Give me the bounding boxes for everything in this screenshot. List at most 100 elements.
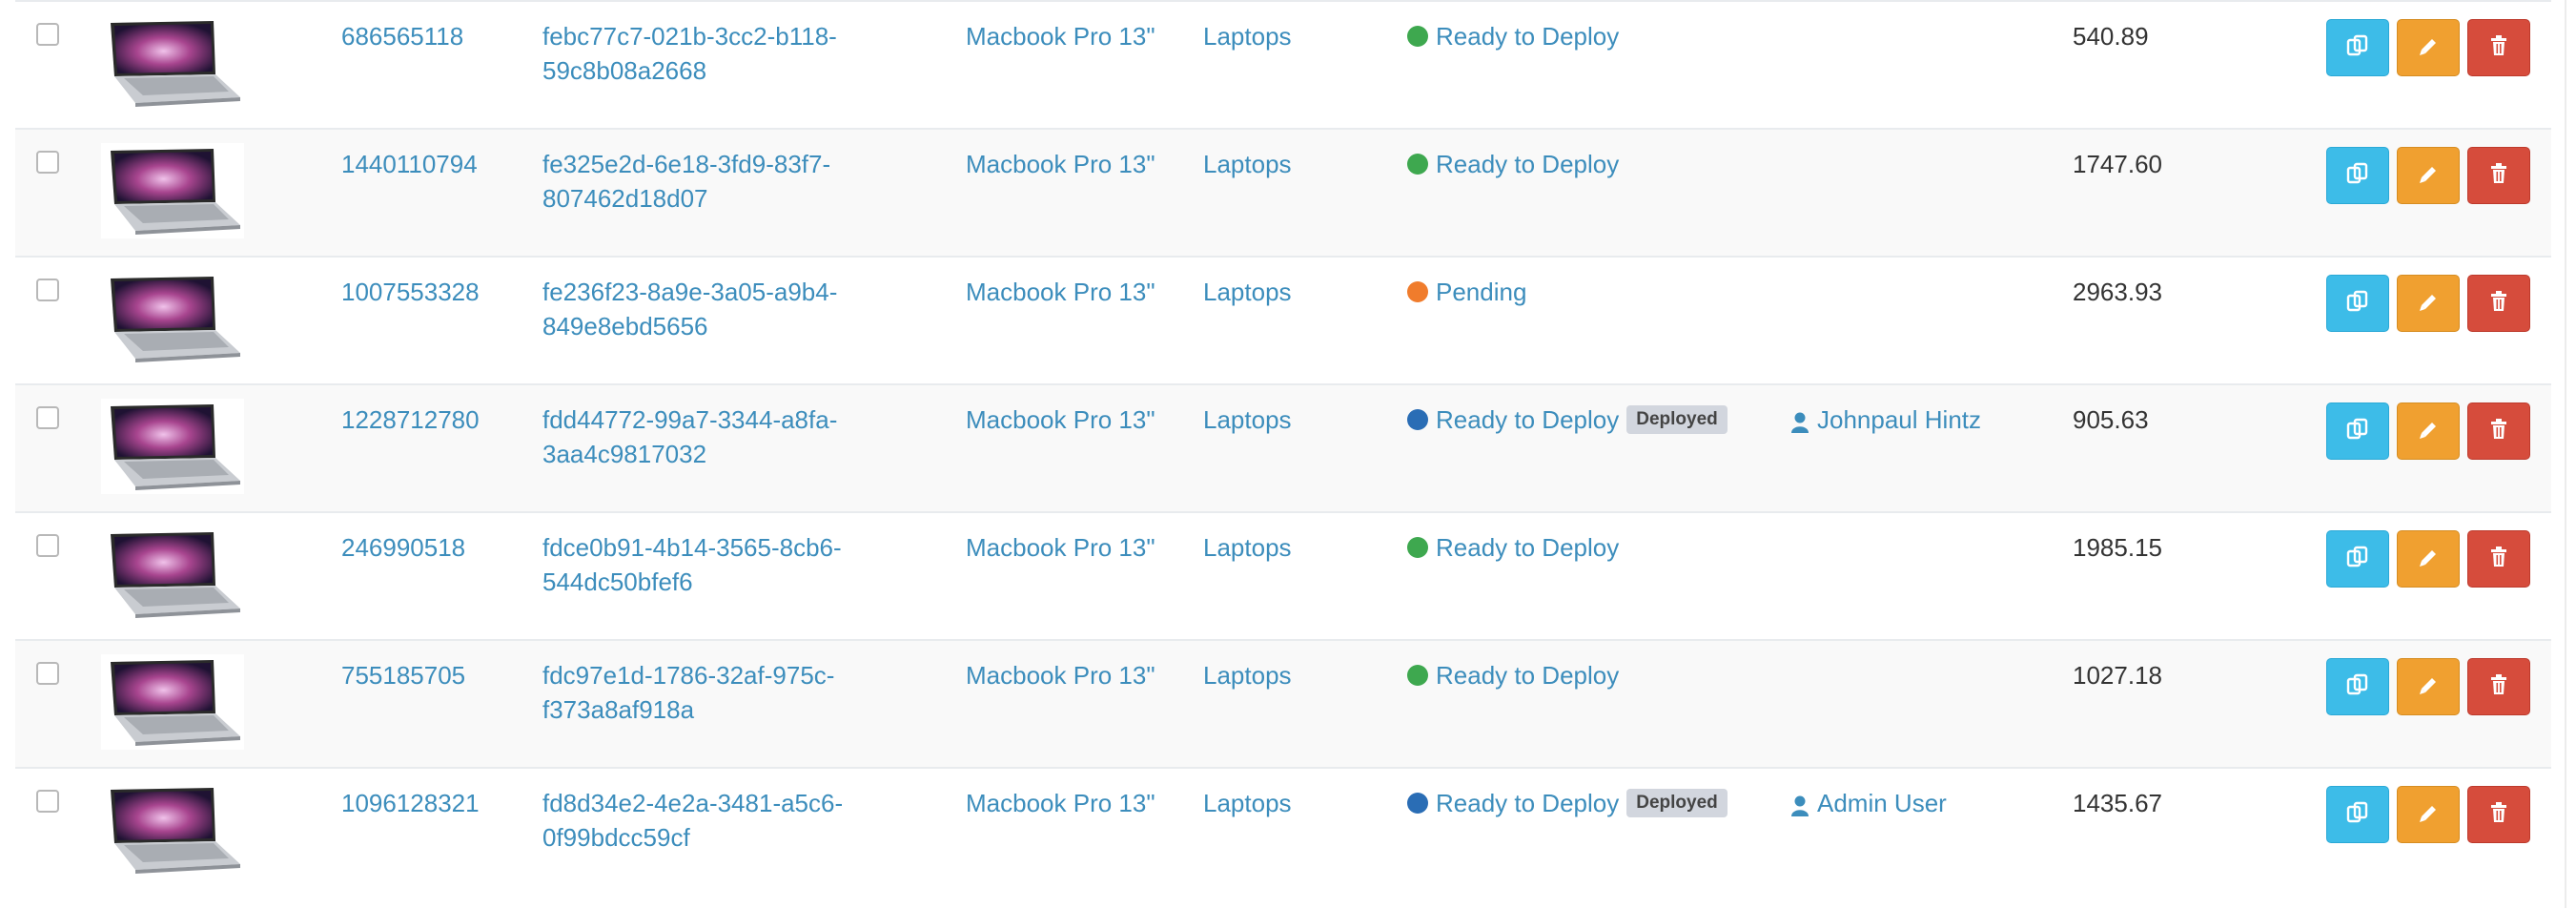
serial-link[interactable]: fe325e2d-6e18-3fd9-83f7- 807462d18d07 <box>542 147 924 216</box>
delete-button[interactable] <box>2467 147 2530 204</box>
category-link[interactable]: Laptops <box>1203 530 1292 565</box>
category-link[interactable]: Laptops <box>1203 275 1292 309</box>
model-link[interactable]: Macbook Pro 13" <box>966 530 1155 565</box>
delete-button[interactable] <box>2467 275 2530 332</box>
delete-button[interactable] <box>2467 786 2530 843</box>
delete-button[interactable] <box>2467 530 2530 588</box>
asset-tag-link[interactable]: 1228712780 <box>341 402 480 437</box>
status-cell: Ready to Deploy <box>1407 658 1619 692</box>
edit-button[interactable] <box>2397 402 2460 460</box>
serial-link[interactable]: fdc97e1d-1786-32af-975c-f373a8af918a <box>542 658 924 727</box>
table-row: 246990518 fdce0b91-4b14-3565-8cb6- 544dc50… <box>15 511 2551 639</box>
serial-line-1: fdd44772-99a7-3344-a8fa- <box>542 405 838 434</box>
status-link[interactable]: Ready to Deploy <box>1436 147 1619 181</box>
delete-button[interactable] <box>2467 19 2530 76</box>
category-link[interactable]: Laptops <box>1203 658 1292 692</box>
asset-thumbnail[interactable] <box>101 654 244 750</box>
assigned-user-link[interactable]: Johnpaul Hintz <box>1817 402 1981 437</box>
edit-button[interactable] <box>2397 275 2460 332</box>
clone-button[interactable] <box>2326 275 2389 332</box>
status-link[interactable]: Ready to Deploy <box>1436 786 1619 820</box>
table-row: 1007553328 fe236f23-8a9e-3a05-a9b4- 849e8e… <box>15 256 2551 383</box>
asset-tag-link[interactable]: 246990518 <box>341 530 465 565</box>
clone-button[interactable] <box>2326 658 2389 715</box>
asset-tag-link[interactable]: 755185705 <box>341 658 465 692</box>
table-row: 755185705 fdc97e1d-1786-32af-975c-f373a8a… <box>15 639 2551 767</box>
row-checkbox[interactable] <box>36 662 59 685</box>
model-link[interactable]: Macbook Pro 13" <box>966 19 1155 53</box>
pencil-icon <box>2417 290 2440 318</box>
status-dot-icon <box>1407 281 1428 302</box>
purchase-cost: 540.89 <box>2073 22 2149 51</box>
asset-tag-link[interactable]: 1096128321 <box>341 786 480 820</box>
category-link[interactable]: Laptops <box>1203 402 1292 437</box>
serial-line-2: 59c8b08a2668 <box>542 56 707 85</box>
serial-line-2: 807462d18d07 <box>542 184 708 213</box>
category-link[interactable]: Laptops <box>1203 147 1292 181</box>
asset-thumbnail[interactable] <box>101 782 244 877</box>
model-link[interactable]: Macbook Pro 13" <box>966 275 1155 309</box>
status-link[interactable]: Ready to Deploy <box>1436 19 1619 53</box>
status-link[interactable]: Pending <box>1436 275 1526 309</box>
row-checkbox[interactable] <box>36 790 59 813</box>
purchase-cost: 2963.93 <box>2073 278 2162 306</box>
status-link[interactable]: Ready to Deploy <box>1436 402 1619 437</box>
status-link[interactable]: Ready to Deploy <box>1436 530 1619 565</box>
serial-link[interactable]: fdd44772-99a7-3344-a8fa- 3aa4c9817032 <box>542 402 924 471</box>
serial-link[interactable]: fd8d34e2-4e2a-3481-a5c6- 0f99bdcc59cf <box>542 786 924 855</box>
clone-icon <box>2345 545 2370 574</box>
assigned-user[interactable]: Johnpaul Hintz <box>1790 402 1981 437</box>
status-dot-icon <box>1407 537 1428 558</box>
row-checkbox[interactable] <box>36 151 59 174</box>
delete-button[interactable] <box>2467 402 2530 460</box>
model-link[interactable]: Macbook Pro 13" <box>966 402 1155 437</box>
edit-button[interactable] <box>2397 658 2460 715</box>
serial-line-1: fe325e2d-6e18-3fd9-83f7- <box>542 150 831 178</box>
row-checkbox[interactable] <box>36 534 59 557</box>
asset-thumbnail[interactable] <box>101 143 244 238</box>
row-checkbox[interactable] <box>36 406 59 429</box>
edit-button[interactable] <box>2397 786 2460 843</box>
serial-line-2: f373a8af918a <box>542 695 695 724</box>
clone-button[interactable] <box>2326 402 2389 460</box>
row-checkbox[interactable] <box>36 279 59 301</box>
trash-icon <box>2488 673 2509 701</box>
status-dot-icon <box>1407 154 1428 175</box>
edit-button[interactable] <box>2397 147 2460 204</box>
scrollbar[interactable] <box>2565 0 2576 908</box>
status-link[interactable]: Ready to Deploy <box>1436 658 1619 692</box>
clone-icon <box>2345 161 2370 191</box>
serial-line-1: fe236f23-8a9e-3a05-a9b4- <box>542 278 838 306</box>
asset-thumbnail[interactable] <box>101 271 244 366</box>
model-link[interactable]: Macbook Pro 13" <box>966 786 1155 820</box>
asset-tag-link[interactable]: 686565118 <box>341 19 463 53</box>
asset-thumbnail[interactable] <box>101 15 244 111</box>
assigned-user[interactable]: Admin User <box>1790 786 1947 820</box>
clone-button[interactable] <box>2326 19 2389 76</box>
serial-link[interactable]: fdce0b91-4b14-3565-8cb6- 544dc50bfef6 <box>542 530 924 599</box>
serial-link[interactable]: fe236f23-8a9e-3a05-a9b4- 849e8ebd5656 <box>542 275 924 343</box>
asset-thumbnail[interactable] <box>101 526 244 622</box>
asset-tag-link[interactable]: 1440110794 <box>341 147 478 181</box>
category-link[interactable]: Laptops <box>1203 786 1292 820</box>
edit-button[interactable] <box>2397 530 2460 588</box>
status-cell: Ready to Deploy Deployed <box>1407 786 1728 820</box>
status-dot-icon <box>1407 26 1428 47</box>
asset-tag-link[interactable]: 1007553328 <box>341 275 480 309</box>
clone-button[interactable] <box>2326 147 2389 204</box>
edit-button[interactable] <box>2397 19 2460 76</box>
row-checkbox[interactable] <box>36 23 59 46</box>
user-icon <box>1790 792 1809 816</box>
status-cell: Ready to Deploy <box>1407 19 1619 53</box>
assigned-user-link[interactable]: Admin User <box>1817 786 1947 820</box>
delete-button[interactable] <box>2467 658 2530 715</box>
category-link[interactable]: Laptops <box>1203 19 1292 53</box>
clone-button[interactable] <box>2326 530 2389 588</box>
pencil-icon <box>2417 673 2440 701</box>
model-link[interactable]: Macbook Pro 13" <box>966 147 1155 181</box>
model-link[interactable]: Macbook Pro 13" <box>966 658 1155 692</box>
asset-thumbnail[interactable] <box>101 399 244 494</box>
purchase-cost: 1435.67 <box>2073 789 2162 817</box>
clone-button[interactable] <box>2326 786 2389 843</box>
serial-link[interactable]: febc77c7-021b-3cc2-b118- 59c8b08a2668 <box>542 19 924 88</box>
